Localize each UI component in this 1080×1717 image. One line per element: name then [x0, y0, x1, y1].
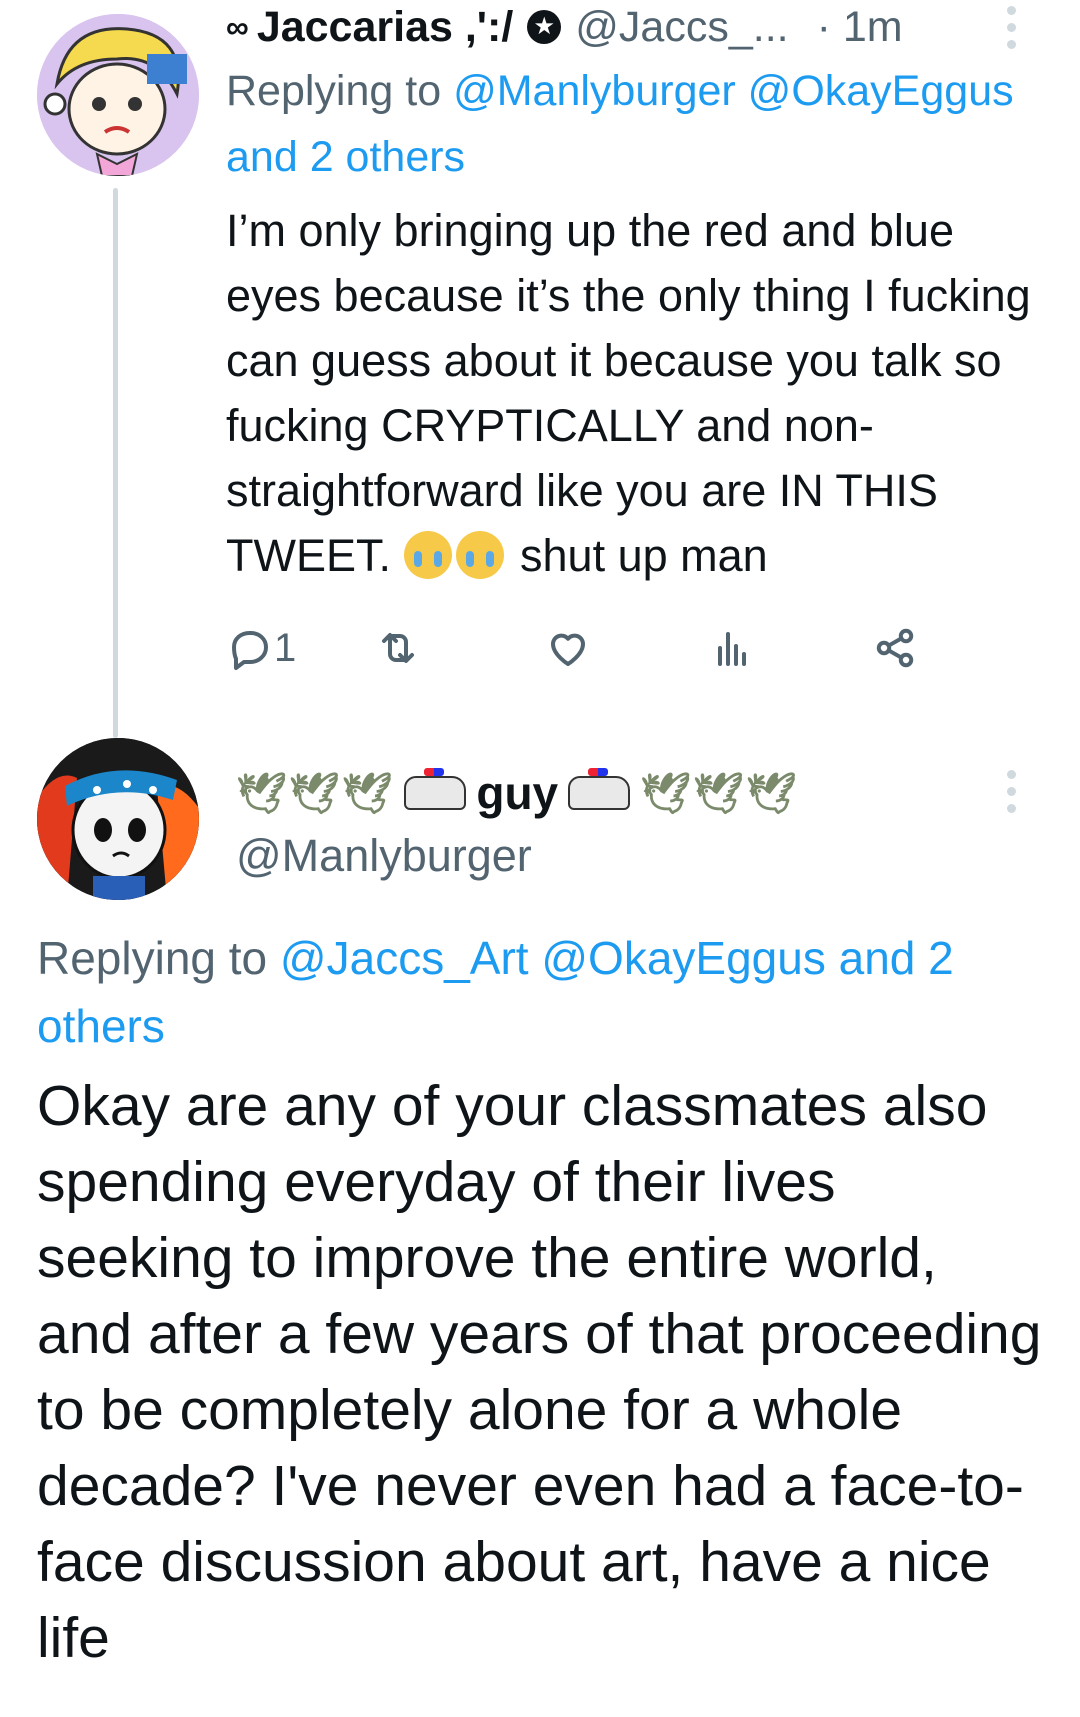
- dove-icon: 🕊: [745, 771, 797, 816]
- tweet1-body-text: I’m only bringing up the red and blue ey…: [226, 205, 1031, 581]
- more-icon[interactable]: [1007, 770, 1019, 821]
- like-icon: [551, 633, 585, 666]
- tweet1-body: I’m only bringing up the red and blue ey…: [226, 198, 1056, 588]
- share-button[interactable]: [872, 618, 920, 678]
- views-button[interactable]: [708, 618, 756, 678]
- dove-icon: 🕊: [692, 771, 744, 816]
- replying-to-line: Replying to @Jaccs_Art @OkayEggus and 2 …: [37, 924, 1037, 1060]
- tweet2-body-text: Okay are any of your classmates also spe…: [37, 1074, 1042, 1670]
- tweet1-body-tail: shut up man: [507, 530, 768, 581]
- name-prefix-glyph: ∞: [226, 8, 249, 45]
- tweet2-display-name[interactable]: 🕊 🕊 🕊 guy 🕊 🕊 🕊: [236, 758, 798, 828]
- author-display-name[interactable]: Jaccarias ,':/: [257, 3, 513, 52]
- loudly-crying-face-icon: [455, 531, 504, 579]
- dove-icon: 🕊: [640, 771, 691, 816]
- replying-to-line: Replying to @Manlyburger @OkayEggus and …: [226, 58, 1046, 190]
- thread-connector-line: [113, 188, 118, 738]
- police-car-icon: [404, 768, 467, 810]
- tweet1-action-bar: 1: [226, 618, 986, 678]
- reply-icon: [232, 631, 268, 670]
- avatar-manlyburger[interactable]: [37, 738, 199, 900]
- author-display-name: guy: [476, 767, 559, 819]
- author-handle[interactable]: @Jaccs_...: [575, 3, 788, 52]
- retweet-icon: [382, 633, 414, 663]
- like-button[interactable]: [544, 618, 592, 678]
- avatar-manlyburger-image: [37, 738, 199, 900]
- tweet1-header: ∞ Jaccarias ,':/ ★ @Jaccs_... · 1m: [226, 2, 1060, 52]
- dove-icon: 🕊: [341, 771, 393, 816]
- avatar-jaccarias-image: [37, 14, 199, 176]
- author-handle[interactable]: @Manlyburger: [236, 826, 532, 886]
- verified-icon: ★: [527, 10, 562, 44]
- tweet-timestamp[interactable]: · 1m: [817, 3, 903, 52]
- dove-icon: 🕊: [288, 771, 340, 816]
- avatar-jaccarias[interactable]: [37, 14, 199, 176]
- retweet-button[interactable]: [374, 618, 422, 678]
- more-icon[interactable]: [1007, 6, 1019, 57]
- views-icon: [718, 632, 746, 666]
- police-car-icon: [568, 768, 631, 810]
- replying-to-prefix: Replying to: [37, 932, 280, 984]
- reply-count: 1: [274, 625, 297, 670]
- dove-icon: 🕊: [236, 771, 287, 816]
- share-icon: [876, 628, 914, 668]
- reply-button[interactable]: 1: [226, 618, 296, 678]
- replying-to-prefix: Replying to: [226, 67, 454, 115]
- loudly-crying-face-icon: [403, 531, 452, 579]
